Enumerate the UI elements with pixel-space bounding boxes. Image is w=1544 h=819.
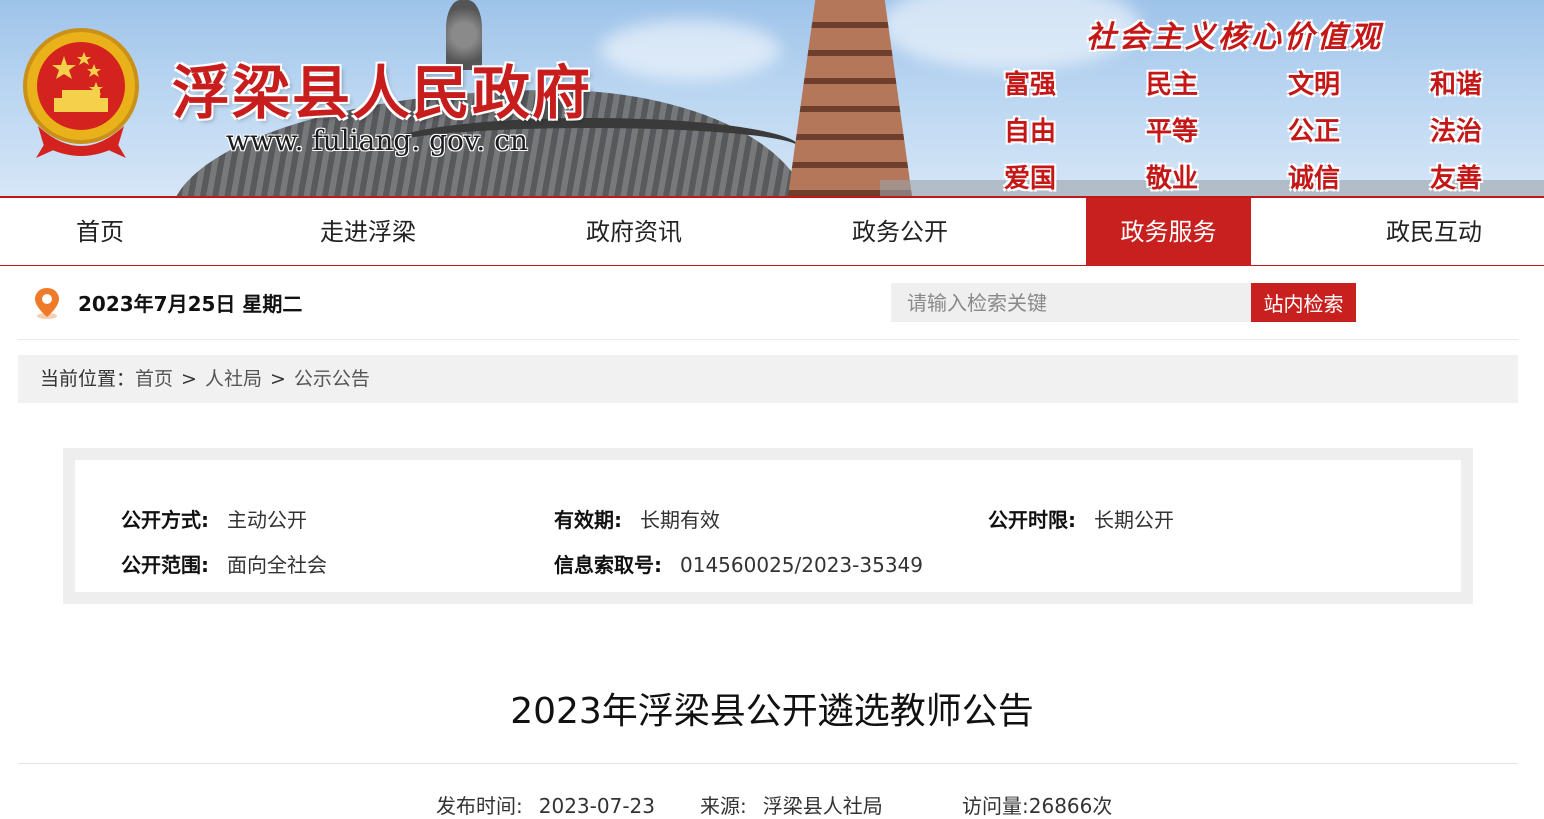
- header-banner: 浮梁县人民政府 www. fuliang. gov. cn 社会主义核心价值观 …: [0, 0, 1544, 196]
- core-value-item: 敬业: [1146, 164, 1199, 194]
- disclosure-index: 信息索取号: 014560025/2023-35349: [554, 549, 923, 578]
- site-title[interactable]: 浮梁县人民政府: [172, 46, 592, 130]
- core-value-item: 自由: [1004, 117, 1057, 147]
- disclosure-validity: 有效期: 长期有效: [554, 504, 720, 533]
- core-value-item: 民主: [1146, 70, 1199, 100]
- disclosure-scope: 公开范围: 面向全社会: [121, 549, 327, 578]
- publish-time-value: 2023-07-23: [538, 794, 655, 818]
- core-values-grid: 富强 民主 文明 和谐 自由 平等 公正 法治 爱国 敬业 诚信 友善: [1004, 64, 1504, 195]
- article-divider: [18, 763, 1518, 764]
- nav-item-about[interactable]: 走进浮梁: [300, 198, 436, 266]
- core-value-item: 和谐: [1430, 70, 1483, 100]
- nav-item-interaction[interactable]: 政民互动: [1366, 198, 1502, 266]
- disclosure-scope-label: 公开范围:: [121, 553, 209, 577]
- publish-time: 发布时间: 2023-07-23: [436, 790, 655, 819]
- info-bar: 2023年7月25日 星期二 站内检索: [18, 266, 1518, 340]
- main-nav: 首页 走进浮梁 政府资讯 政务公开 政务服务 政民互动: [0, 196, 1544, 266]
- article-source-label: 来源:: [700, 794, 747, 818]
- disclosure-validity-value: 长期有效: [640, 508, 720, 532]
- core-value-item: 文明: [1288, 70, 1341, 100]
- nav-item-disclosure[interactable]: 政务公开: [832, 198, 968, 266]
- disclosure-mode-label: 公开方式:: [121, 508, 209, 532]
- breadcrumb: 当前位置：首页 > 人社局 > 公示公告: [18, 355, 1518, 403]
- disclosure-mode: 公开方式: 主动公开: [121, 504, 307, 533]
- disclosure-scope-value: 面向全社会: [227, 553, 327, 577]
- breadcrumb-separator: >: [269, 368, 286, 390]
- nav-item-services[interactable]: 政务服务: [1086, 198, 1251, 266]
- core-values-title: 社会主义核心价值观: [1086, 20, 1383, 55]
- disclosure-info-content: 公开方式: 主动公开 有效期: 长期有效 公开时限: 长期公开 公开范围: 面向全社会 …: [75, 460, 1461, 592]
- breadcrumb-label: 当前位置：: [40, 368, 136, 390]
- breadcrumb-item-hrss[interactable]: 人社局: [205, 368, 262, 390]
- disclosure-term-value: 长期公开: [1094, 508, 1174, 532]
- core-value-item: 爱国: [1004, 164, 1057, 194]
- breadcrumb-item-notices[interactable]: 公示公告: [294, 368, 370, 390]
- publish-time-label: 发布时间:: [436, 794, 523, 818]
- core-value-item: 友善: [1430, 164, 1483, 194]
- disclosure-validity-label: 有效期:: [554, 508, 622, 532]
- disclosure-term-label: 公开时限:: [988, 508, 1076, 532]
- article-source: 来源: 浮梁县人社局: [700, 790, 883, 819]
- disclosure-mode-value: 主动公开: [227, 508, 307, 532]
- view-count: 访问量:26866次: [962, 790, 1112, 819]
- view-count-value: 26866次: [1028, 794, 1113, 818]
- article-source-value: 浮梁县人社局: [762, 794, 883, 818]
- national-emblem-icon[interactable]: [18, 26, 144, 162]
- site-url: www. fuliang. gov. cn: [226, 124, 528, 157]
- site-search-button[interactable]: 站内检索: [1251, 283, 1356, 322]
- search-input[interactable]: [891, 283, 1251, 322]
- location-pin-icon: [35, 288, 59, 319]
- current-date: 2023年7月25日 星期二: [78, 292, 303, 316]
- article-title: 2023年浮梁县公开遴选教师公告: [510, 691, 1034, 732]
- disclosure-index-label: 信息索取号:: [554, 553, 662, 577]
- core-value-item: 富强: [1004, 70, 1057, 100]
- view-count-label: 访问量:: [962, 794, 1029, 818]
- breadcrumb-item-home[interactable]: 首页: [135, 368, 173, 390]
- disclosure-info-panel: 公开方式: 主动公开 有效期: 长期有效 公开时限: 长期公开 公开范围: 面向全社会 …: [63, 448, 1473, 604]
- banner-cloud: [600, 20, 780, 80]
- disclosure-index-value: 014560025/2023-35349: [680, 553, 923, 577]
- core-value-item: 诚信: [1288, 164, 1341, 194]
- core-value-item: 公正: [1288, 117, 1341, 147]
- core-value-item: 平等: [1146, 117, 1199, 147]
- nav-item-news[interactable]: 政府资讯: [566, 198, 702, 266]
- nav-item-home[interactable]: 首页: [32, 198, 168, 266]
- breadcrumb-separator: >: [181, 368, 197, 390]
- core-value-item: 法治: [1430, 117, 1483, 147]
- disclosure-term: 公开时限: 长期公开: [988, 504, 1174, 533]
